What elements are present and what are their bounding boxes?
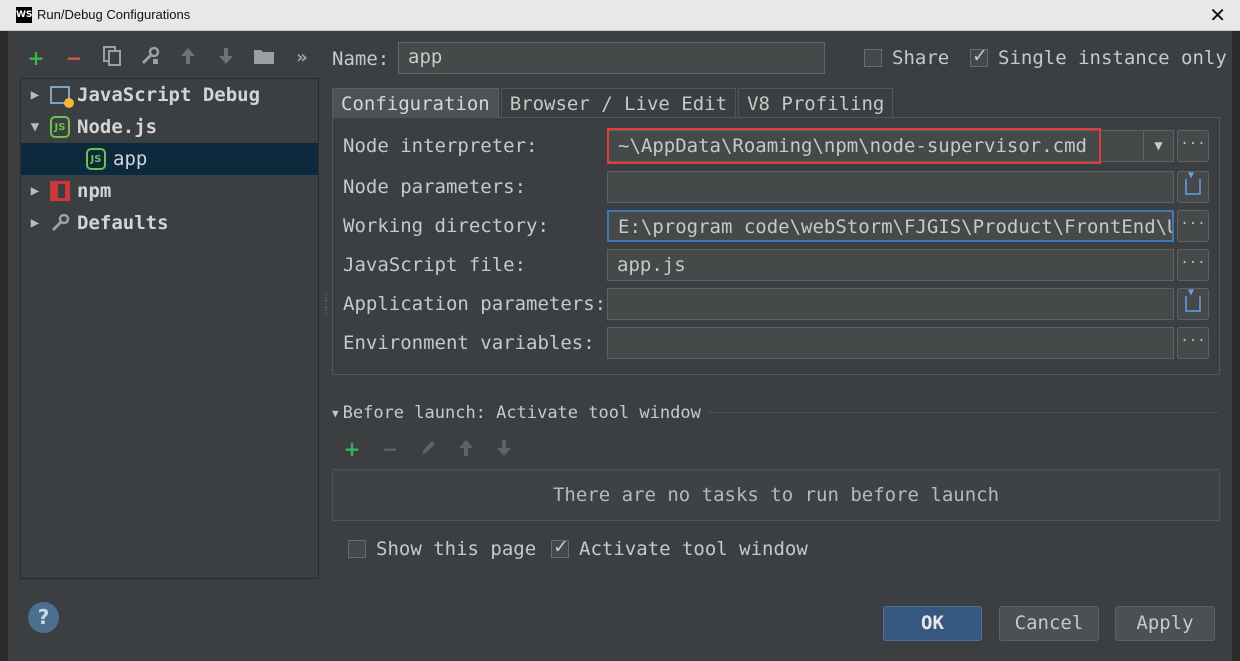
- wrench-icon[interactable]: [138, 45, 162, 72]
- plus-icon[interactable]: +: [340, 437, 364, 464]
- tree-item-label: JavaScript Debug: [77, 84, 261, 106]
- collapse-arrow-icon: ▼: [332, 406, 339, 420]
- environment-variables-input[interactable]: [607, 327, 1174, 359]
- browse-node-interpreter-button[interactable]: ···: [1177, 130, 1209, 162]
- before-launch-toggle[interactable]: ▼ Before launch: Activate tool window: [332, 403, 701, 423]
- activate-tool-window-label: Activate tool window: [579, 538, 808, 560]
- apply-button[interactable]: Apply: [1115, 606, 1215, 641]
- expand-arrow-icon[interactable]: ▶: [21, 215, 49, 231]
- insert-macro-icon[interactable]: [1177, 170, 1209, 203]
- browse-working-directory-button[interactable]: ···: [1177, 210, 1209, 242]
- environment-variables-label: Environment variables:: [343, 332, 595, 354]
- share-checkbox[interactable]: Share: [864, 47, 949, 69]
- collapse-arrow-icon[interactable]: ▼: [21, 119, 49, 135]
- tree-item-label: Defaults: [77, 212, 169, 234]
- javascript-debug-icon: [49, 84, 74, 108]
- before-launch-toolbar: + −: [340, 437, 516, 464]
- nodejs-icon: JS: [85, 148, 107, 170]
- cancel-button[interactable]: Cancel: [999, 606, 1099, 641]
- arrow-down-icon[interactable]: [214, 45, 238, 72]
- arrow-up-icon[interactable]: [454, 437, 478, 464]
- single-instance-label: Single instance only: [998, 47, 1227, 69]
- share-checkbox-box[interactable]: [864, 49, 882, 67]
- insert-macro-icon[interactable]: [1177, 287, 1209, 320]
- webstorm-logo-icon: WS: [16, 7, 32, 23]
- single-instance-checkbox-box[interactable]: [970, 45, 988, 67]
- working-directory-input[interactable]: E:\program code\webStorm\FJGIS\Product\F…: [607, 210, 1174, 242]
- tab-browser-live-edit[interactable]: Browser / Live Edit: [500, 88, 737, 118]
- name-input[interactable]: app: [398, 42, 825, 74]
- ok-button[interactable]: OK: [883, 606, 982, 641]
- tree-item-label: Node.js: [77, 116, 158, 138]
- javascript-file-input[interactable]: app.js: [607, 249, 1174, 281]
- tab-configuration[interactable]: Configuration: [332, 88, 499, 118]
- splitter-handle[interactable]: ⋮ ⋮ ⋮: [321, 294, 331, 322]
- background-window-left: [0, 0, 8, 661]
- application-parameters-label: Application parameters:: [343, 293, 607, 315]
- tree-item-javascript-debug[interactable]: ▶ JavaScript Debug: [21, 79, 318, 111]
- single-instance-checkbox[interactable]: Single instance only: [970, 45, 1227, 69]
- more-icon[interactable]: »: [290, 46, 314, 70]
- title-bar: WS Run/Debug Configurations ✕: [0, 0, 1240, 31]
- configurations-toolbar: + − »: [24, 43, 314, 73]
- folder-icon[interactable]: [252, 45, 276, 72]
- background-window-right: [1232, 0, 1240, 661]
- application-parameters-input[interactable]: [607, 288, 1174, 320]
- working-directory-label: Working directory:: [343, 215, 549, 237]
- minus-icon[interactable]: −: [378, 437, 402, 464]
- copy-icon[interactable]: [100, 45, 124, 72]
- show-this-page-label: Show this page: [376, 538, 537, 560]
- name-label: Name:: [332, 48, 390, 70]
- window-title: Run/Debug Configurations: [37, 7, 191, 22]
- before-launch-task-list: There are no tasks to run before launch: [332, 469, 1220, 521]
- node-interpreter-input[interactable]: ~\AppData\Roaming\npm\node-supervisor.cm…: [607, 128, 1101, 164]
- tree-item-nodejs[interactable]: ▼ JS Node.js: [21, 111, 318, 143]
- pencil-icon[interactable]: [416, 437, 440, 464]
- expand-arrow-icon[interactable]: ▶: [21, 183, 49, 199]
- share-label: Share: [892, 47, 950, 69]
- expand-arrow-icon[interactable]: ▶: [21, 87, 49, 103]
- close-icon[interactable]: ✕: [1209, 3, 1226, 27]
- tree-item-defaults[interactable]: ▶ Defaults: [21, 207, 318, 239]
- tree-item-app[interactable]: JS app: [21, 143, 318, 175]
- config-tabs: Configuration Browser / Live Edit V8 Pro…: [332, 88, 895, 118]
- run-debug-dialog: + − » ▶ JavaScript Debug ▼ JS Node.js JS…: [8, 31, 1232, 661]
- tab-v8-profiling[interactable]: V8 Profiling: [738, 88, 894, 118]
- activate-tool-window-checkbox-box[interactable]: [551, 536, 569, 558]
- show-this-page-checkbox-box[interactable]: [348, 540, 366, 558]
- show-this-page-checkbox[interactable]: Show this page: [348, 538, 536, 560]
- edit-environment-variables-button[interactable]: ···: [1177, 327, 1209, 359]
- configurations-tree: ▶ JavaScript Debug ▼ JS Node.js JS app ▶…: [20, 78, 319, 579]
- configuration-panel: Node interpreter: ▼ ~\AppData\Roaming\np…: [332, 117, 1220, 375]
- node-parameters-input[interactable]: [607, 171, 1174, 203]
- before-launch-header: Before launch: Activate tool window: [342, 403, 701, 423]
- npm-icon: [49, 180, 71, 202]
- browse-javascript-file-button[interactable]: ···: [1177, 249, 1209, 281]
- chevron-down-icon[interactable]: ▼: [1143, 131, 1173, 161]
- arrow-up-icon[interactable]: [176, 45, 200, 72]
- tree-item-label: app: [113, 148, 148, 170]
- plus-icon[interactable]: +: [24, 46, 48, 70]
- minus-icon[interactable]: −: [62, 46, 86, 70]
- node-interpreter-label: Node interpreter:: [343, 135, 538, 157]
- arrow-down-icon[interactable]: [492, 437, 516, 464]
- javascript-file-label: JavaScript file:: [343, 254, 527, 276]
- tree-item-npm[interactable]: ▶ npm: [21, 175, 318, 207]
- section-divider: [708, 412, 1218, 413]
- nodejs-icon: JS: [49, 116, 71, 138]
- help-button[interactable]: ?: [28, 602, 59, 633]
- tree-item-label: npm: [77, 180, 112, 202]
- wrench-icon: [49, 212, 71, 234]
- node-parameters-label: Node parameters:: [343, 176, 527, 198]
- activate-tool-window-checkbox[interactable]: Activate tool window: [551, 536, 808, 560]
- empty-tasks-text: There are no tasks to run before launch: [552, 484, 1000, 506]
